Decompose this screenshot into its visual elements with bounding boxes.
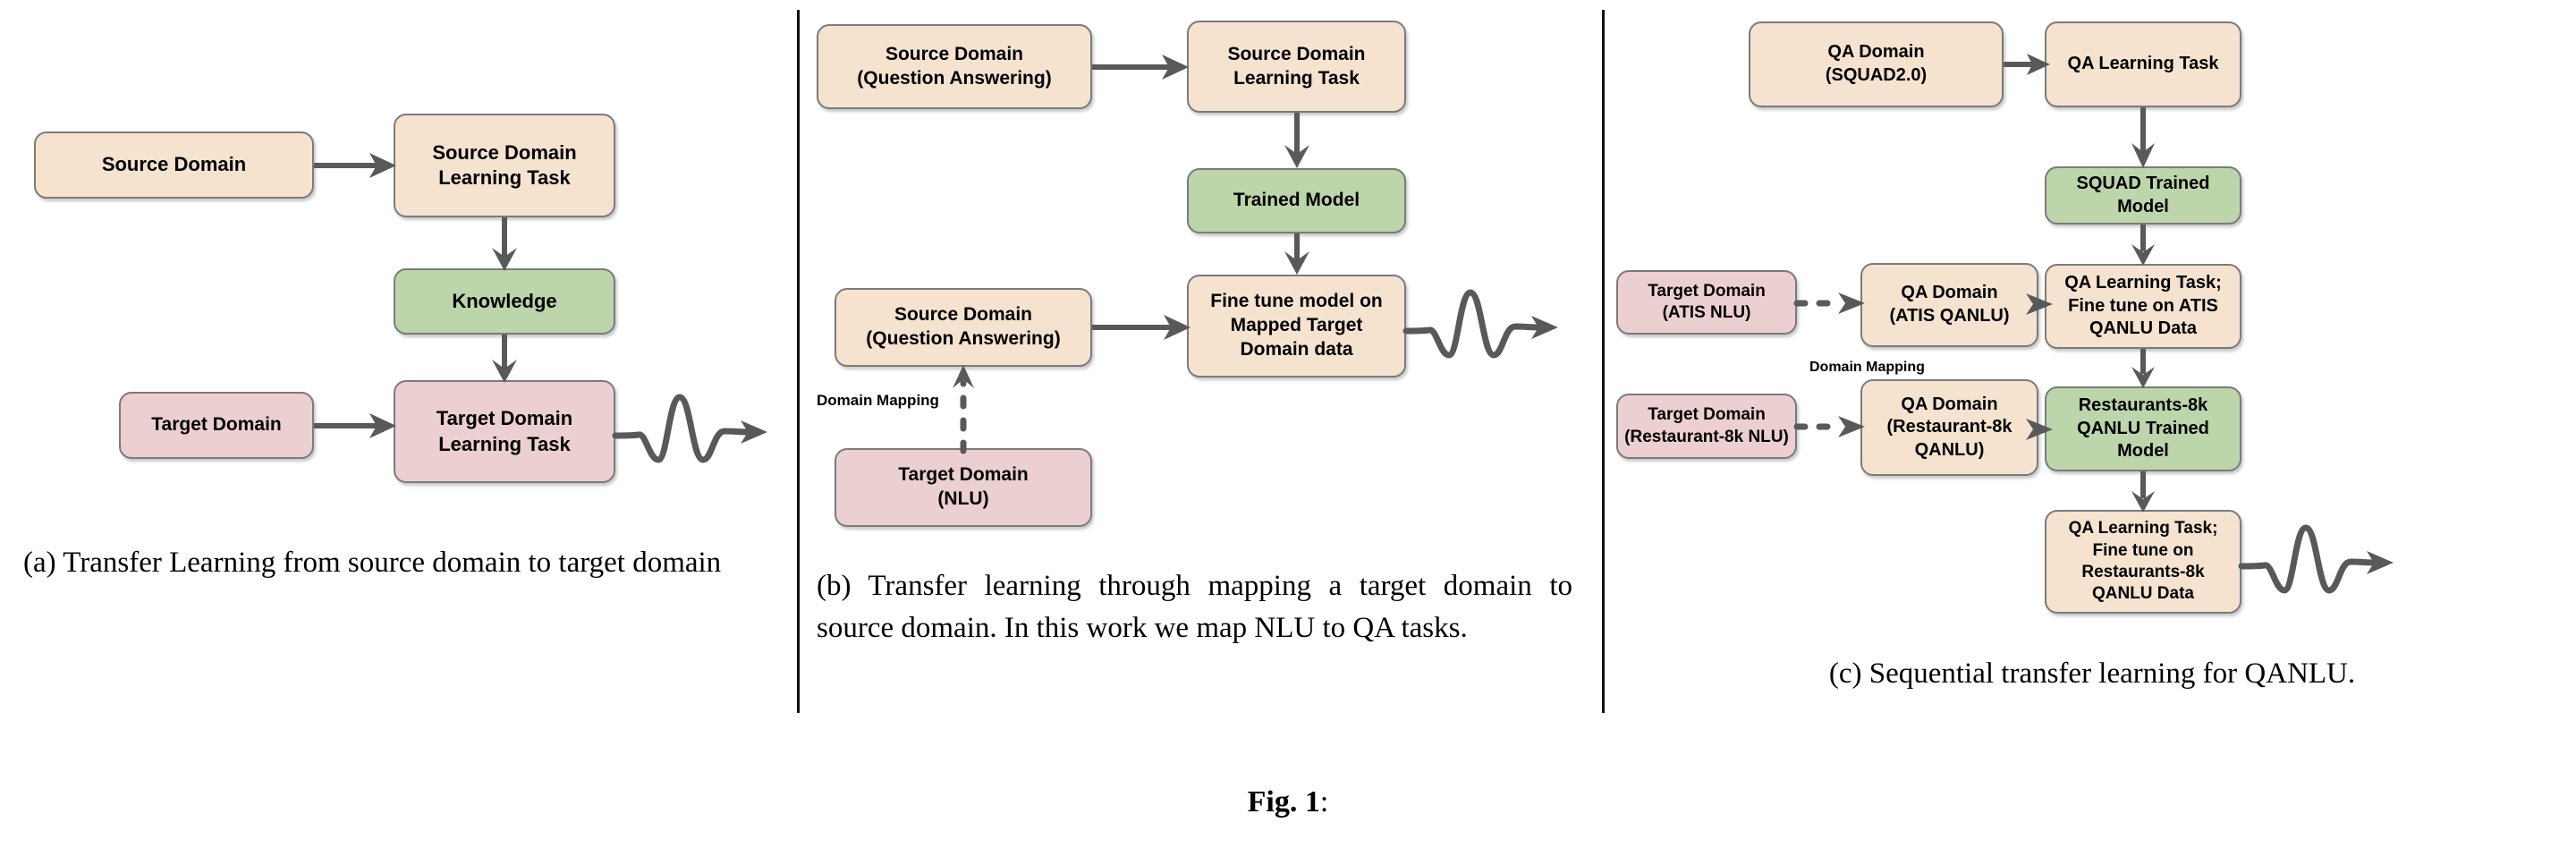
connector-c-atis-domain-mapping (1793, 293, 1865, 314)
node-c-target-domain-atis: Target Domain (ATIS NLU) (1616, 270, 1797, 335)
node-b-trained-model: Trained Model (1187, 168, 1406, 233)
connector-c-squad-to-task (2004, 54, 2050, 75)
node-c-restaurants-trained-model: Restaurants-8k QANLU Trained Model (2045, 386, 2241, 471)
connector-a-source-to-task (314, 153, 396, 178)
node-b-source-domain-learning-task: Source Domain Learning Task (1187, 21, 1406, 113)
figure-root: Source Domain Source Domain Learning Tas… (0, 0, 2576, 848)
node-c-qa-domain-squad: QA Domain (SQUAD2.0) (1749, 21, 2004, 107)
node-target-domain-learning-task: Target Domain Learning Task (394, 380, 615, 483)
connector-b-trained-model-to-fine-tune (1284, 233, 1309, 275)
node-source-domain: Source Domain (34, 131, 314, 199)
edge-label-c-domain-mapping: Domain Mapping (1809, 360, 1925, 375)
node-c-qa-learning-task: QA Learning Task (2045, 21, 2241, 107)
node-knowledge: Knowledge (394, 268, 615, 335)
connector-b-qa-to-task (1092, 55, 1189, 80)
node-c-qa-domain-atis: QA Domain (ATIS QANLU) (1860, 263, 2038, 347)
figure-label: Fig. 1: (0, 785, 2576, 819)
edge-label-b-domain-mapping: Domain Mapping (817, 392, 939, 409)
node-b-source-domain-qa-bottom: Source Domain (Question Answering) (835, 288, 1092, 367)
node-c-squad-trained-model: SQUAD Trained Model (2045, 166, 2241, 225)
node-c-target-domain-restaurant: Target Domain (Restaurant-8k NLU) (1616, 394, 1797, 459)
connector-a-target-to-task (314, 413, 396, 438)
panel-c: QA Domain (SQUAD2.0) QA Learning Task SQ… (1604, 0, 2576, 848)
figure-label-name: Fig. 1 (1247, 785, 1320, 818)
caption-panel-c: (c) Sequential transfer learning for QAN… (1828, 657, 2356, 690)
connector-c-task-to-trained-model (2131, 107, 2155, 168)
node-c-qa-learning-task-atis: QA Learning Task; Fine tune on ATIS QANL… (2045, 264, 2241, 349)
panel-a: Source Domain Source Domain Learning Tas… (0, 0, 799, 848)
node-source-domain-learning-task: Source Domain Learning Task (394, 114, 615, 217)
node-b-fine-tune-model: Fine tune model on Mapped Target Domain … (1187, 275, 1406, 377)
panel-b: Source Domain (Question Answering) Sourc… (799, 0, 1604, 848)
connector-b-source-to-fine-tune (1092, 315, 1191, 340)
connector-b-task-to-trained-model (1284, 113, 1309, 168)
connector-a-task-to-knowledge (492, 217, 517, 271)
node-c-qa-learning-task-restaurant: QA Learning Task; Fine tune on Restauran… (2045, 510, 2241, 614)
connector-b-domain-mapping (953, 365, 974, 454)
caption-panel-a: (a) Transfer Learning from source domain… (23, 547, 722, 579)
connector-a-knowledge-to-target-task (492, 335, 517, 383)
node-c-qa-domain-restaurant: QA Domain (Restaurant-8k QANLU) (1860, 379, 2038, 476)
connector-a-output-squiggle (612, 394, 767, 463)
connector-c-restaurants-model-to-restaurant-task (2131, 471, 2155, 513)
node-b-target-domain-nlu: Target Domain (NLU) (835, 448, 1092, 527)
node-target-domain: Target Domain (119, 392, 314, 459)
connector-b-output-squiggle (1402, 289, 1558, 359)
connector-c-output-squiggle (2238, 524, 2394, 594)
connector-c-trained-model-to-atis-task (2131, 225, 2155, 266)
caption-panel-b: (b) Transfer learning through mapping a … (817, 570, 1572, 644)
connector-c-atis-task-to-restaurants-model (2131, 349, 2155, 388)
figure-label-colon: : (1319, 785, 1329, 818)
connector-c-restaurant-domain-mapping (1793, 416, 1865, 437)
node-b-source-domain-qa-top: Source Domain (Question Answering) (817, 24, 1092, 109)
